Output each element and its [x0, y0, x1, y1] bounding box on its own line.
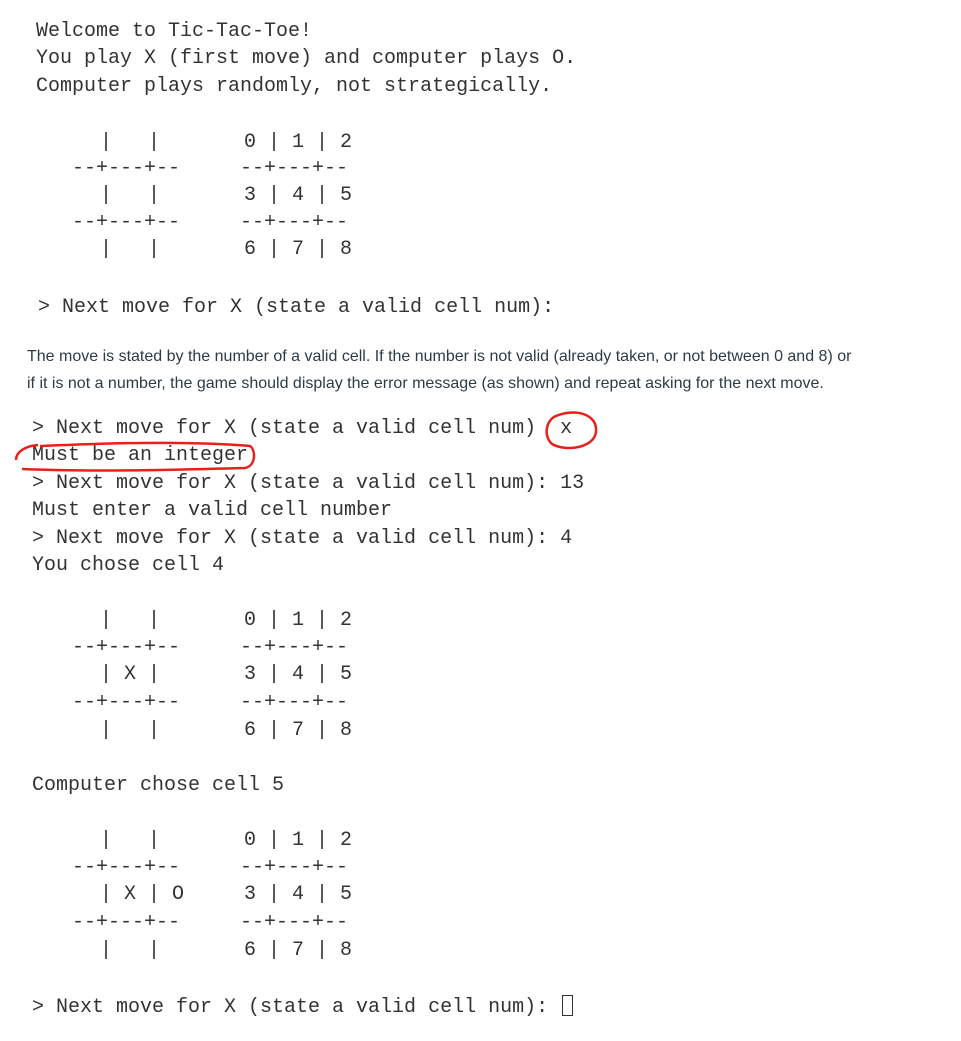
- board-row: | | 3 | 4 | 5: [64, 184, 353, 207]
- text-cursor: [562, 995, 574, 1016]
- intro-line: Computer plays randomly, not strategical…: [36, 75, 553, 98]
- instruction-line: if it is not a number, the game should d…: [27, 375, 824, 392]
- board-row: | | 0 | 1 | 2: [64, 829, 353, 852]
- board-divider: --+---+-- --+---+--: [72, 211, 349, 234]
- board-divider: --+---+-- --+---+--: [72, 636, 349, 659]
- board-row: | | 6 | 7 | 8: [64, 939, 353, 962]
- prompt-text: > Next move for X (state a valid cell nu…: [32, 996, 561, 1019]
- computer-move: Computer chose cell 5: [32, 774, 285, 797]
- instruction-line: The move is stated by the number of a va…: [27, 348, 852, 365]
- board-row: | | 0 | 1 | 2: [64, 609, 353, 632]
- board-row: | | 6 | 7 | 8: [64, 719, 353, 742]
- final-prompt[interactable]: > Next move for X (state a valid cell nu…: [32, 995, 574, 1019]
- error-message: Must be an integer: [32, 444, 249, 467]
- board-row: | X | O 3 | 4 | 5: [64, 883, 353, 906]
- prompt: > Next move for X (state a valid cell nu…: [32, 472, 585, 495]
- move-confirmation: You chose cell 4: [32, 554, 225, 577]
- board-divider: --+---+-- --+---+--: [72, 856, 349, 879]
- prompt: > Next move for X (state a valid cell nu…: [32, 417, 573, 440]
- error-message: Must enter a valid cell number: [32, 499, 393, 522]
- board-row: | | 0 | 1 | 2: [64, 131, 353, 154]
- board-divider: --+---+-- --+---+--: [72, 911, 349, 934]
- prompt: > Next move for X (state a valid cell nu…: [32, 527, 573, 550]
- board-divider: --+---+-- --+---+--: [72, 691, 349, 714]
- board-divider: --+---+-- --+---+--: [72, 157, 349, 180]
- intro-line: Welcome to Tic-Tac-Toe!: [36, 20, 313, 43]
- board-row: | | 6 | 7 | 8: [64, 238, 353, 261]
- prompt: > Next move for X (state a valid cell nu…: [38, 296, 555, 319]
- intro-line: You play X (first move) and computer pla…: [36, 47, 577, 70]
- board-row: | X | 3 | 4 | 5: [64, 663, 353, 686]
